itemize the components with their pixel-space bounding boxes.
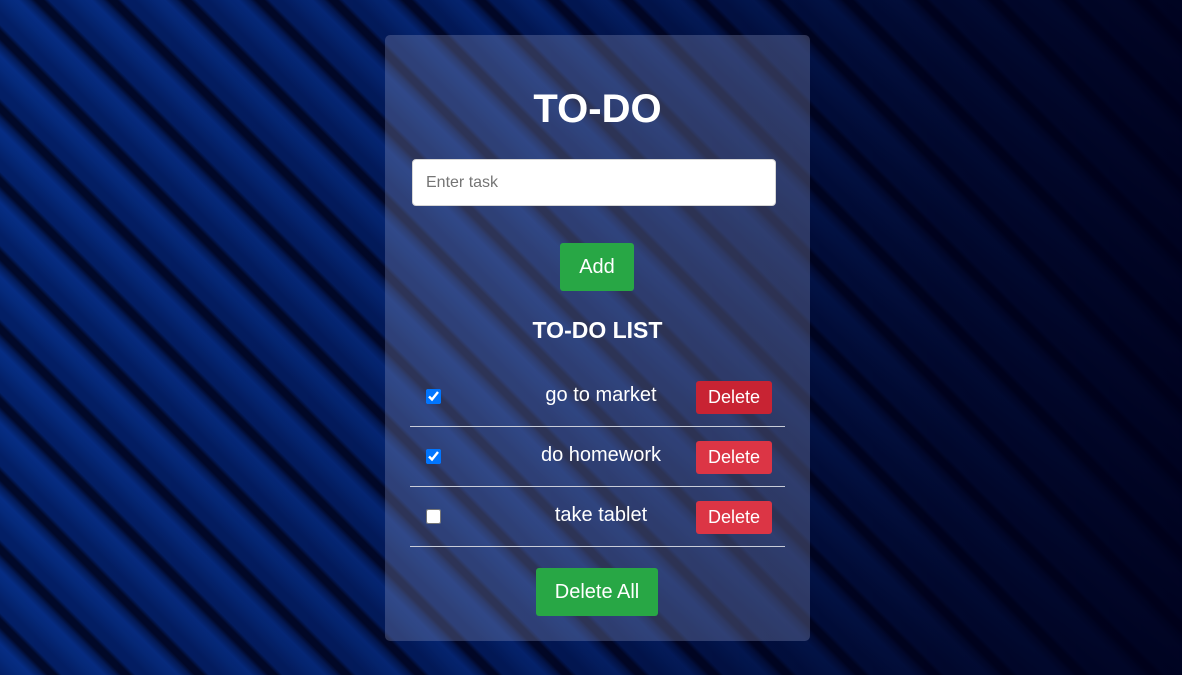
task-input[interactable] bbox=[412, 159, 776, 206]
page-title: TO-DO bbox=[533, 87, 662, 131]
list-item: do homework Delete bbox=[410, 427, 785, 487]
task-checkbox[interactable] bbox=[426, 509, 441, 524]
list-item: go to market Delete bbox=[410, 367, 785, 427]
task-text: take tablet bbox=[554, 504, 648, 526]
delete-all-button[interactable]: Delete All bbox=[536, 568, 658, 616]
add-button[interactable]: Add bbox=[560, 243, 634, 291]
list-title: TO-DO LIST bbox=[532, 317, 663, 343]
task-text: do homework bbox=[540, 444, 662, 466]
list-item: take tablet Delete bbox=[410, 487, 785, 547]
delete-button[interactable]: Delete bbox=[696, 501, 772, 534]
task-checkbox[interactable] bbox=[426, 449, 441, 464]
delete-button[interactable]: Delete bbox=[696, 441, 772, 474]
task-text: go to market bbox=[545, 384, 657, 406]
task-list: go to market Delete do homework Delete t… bbox=[410, 367, 785, 547]
task-checkbox[interactable] bbox=[426, 389, 441, 404]
todo-card: TO-DO Add TO-DO LIST go to market Delete… bbox=[385, 35, 810, 641]
delete-button[interactable]: Delete bbox=[696, 381, 772, 414]
